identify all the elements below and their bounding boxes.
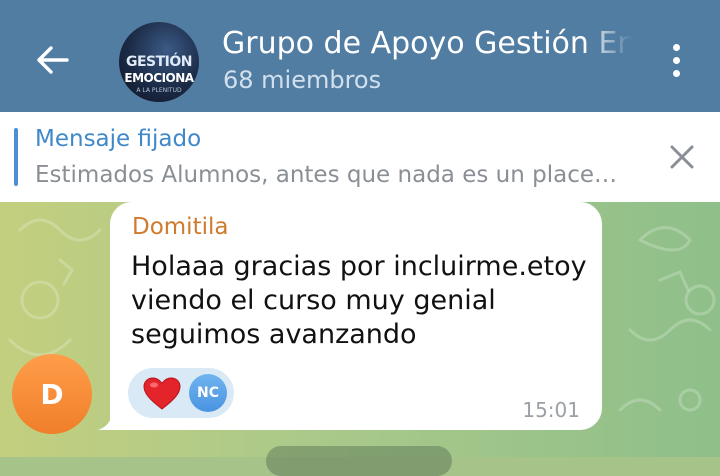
more-vertical-icon — [672, 43, 680, 51]
more-vertical-icon-dot — [672, 56, 680, 64]
avatar-text-2: EMOCIONA — [124, 71, 194, 85]
pinned-message-bar[interactable]: Mensaje fijado Estimados Alumnos, antes … — [0, 112, 720, 202]
message-time: 15:01 — [522, 398, 580, 422]
back-button[interactable] — [30, 38, 74, 82]
sender-avatar[interactable]: D — [12, 354, 92, 434]
close-pinned-button[interactable] — [664, 139, 700, 175]
date-separator-pill — [266, 446, 452, 476]
avatar-text-1: GESTIÓN — [125, 54, 193, 70]
chat-header: GESTIÓN EMOCIONA A LA PLENITUD Grupo de … — [0, 0, 720, 112]
reaction-user-avatar: NC — [189, 374, 227, 412]
bubble-tail — [98, 414, 118, 430]
avatar-text-3: A LA PLENITUD — [136, 87, 182, 94]
arrow-left-icon — [37, 46, 69, 74]
pinned-accent-bar — [14, 128, 18, 186]
group-avatar[interactable]: GESTIÓN EMOCIONA A LA PLENITUD — [119, 22, 199, 102]
message-text: Holaaa gracias por incluirme.etoy viendo… — [131, 251, 587, 350]
message-bubble[interactable]: Domitila Holaaa gracias por incluirme.et… — [110, 202, 602, 430]
pinned-preview-text: Estimados Alumnos, antes que nada es un … — [35, 162, 617, 188]
more-vertical-icon-dot — [672, 69, 680, 77]
close-icon — [670, 145, 694, 169]
pinned-label: Mensaje fijado — [35, 126, 202, 152]
more-options-button[interactable] — [660, 38, 692, 82]
sender-name[interactable]: Domitila — [132, 214, 228, 240]
reaction-chip[interactable]: NC — [128, 368, 234, 418]
member-count: 68 miembros — [223, 66, 382, 94]
chat-title[interactable]: Grupo de Apoyo Gestión Emocional — [222, 26, 632, 61]
heart-icon — [143, 377, 181, 410]
